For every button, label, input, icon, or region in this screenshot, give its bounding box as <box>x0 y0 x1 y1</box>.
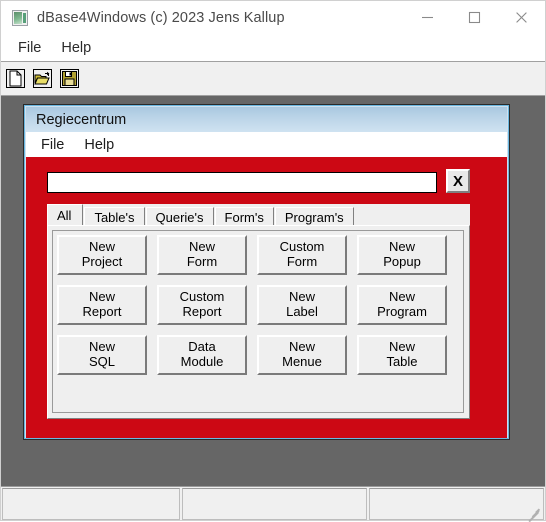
title-bar: dBase4Windows (c) 2023 Jens Kallup <box>1 1 545 34</box>
tab-forms[interactable]: Form's <box>214 207 274 226</box>
minimize-icon[interactable] <box>404 1 451 34</box>
new-report-button[interactable]: New Report <box>57 285 147 325</box>
status-bar <box>1 486 545 522</box>
mdi-client-area: Regiecentrum File Help X All Table's Que… <box>1 96 545 486</box>
tab-queries[interactable]: Querie's <box>145 207 214 226</box>
custom-form-button[interactable]: Custom Form <box>257 235 347 275</box>
tab-programs[interactable]: Program's <box>274 207 354 226</box>
resize-grip-icon[interactable] <box>527 504 541 522</box>
menu-bar: File Help <box>1 34 545 61</box>
menu-item-help[interactable]: Help <box>53 38 99 58</box>
new-label-button[interactable]: New Label <box>257 285 347 325</box>
window-controls <box>404 1 545 34</box>
new-table-button[interactable]: New Table <box>357 335 447 375</box>
status-panel-3 <box>369 488 544 522</box>
custom-report-button[interactable]: Custom Report <box>157 285 247 325</box>
child-menu-item-help[interactable]: Help <box>76 135 122 155</box>
app-image-icon <box>12 9 28 26</box>
search-input[interactable] <box>47 172 437 193</box>
tab-all[interactable]: All <box>47 204 84 226</box>
new-menue-button[interactable]: New Menue <box>257 335 347 375</box>
child-window-title: Regiecentrum <box>36 111 127 128</box>
new-project-button[interactable]: New Project <box>57 235 147 275</box>
tab-page-all: New Project New Form Custom Form New Pop… <box>47 225 470 419</box>
status-panel-2 <box>182 488 367 520</box>
data-module-button[interactable]: Data Module <box>157 335 247 375</box>
tab-strip: All Table's Querie's Form's Program's <box>47 204 470 226</box>
child-title-bar[interactable]: Regiecentrum <box>26 107 507 132</box>
button-grid-frame: New Project New Form Custom Form New Pop… <box>52 230 464 413</box>
status-panel-1 <box>2 488 180 520</box>
new-file-button[interactable] <box>3 66 28 91</box>
child-menu-bar: File Help <box>26 132 507 157</box>
save-disk-button[interactable] <box>57 66 82 91</box>
red-content-panel: X All Table's Querie's Form's Program's … <box>26 157 507 438</box>
application-window: dBase4Windows (c) 2023 Jens Kallup File … <box>0 0 546 522</box>
new-program-button[interactable]: New Program <box>357 285 447 325</box>
child-window-regiecentrum: Regiecentrum File Help X All Table's Que… <box>24 105 509 439</box>
new-sql-button[interactable]: New SQL <box>57 335 147 375</box>
toolbar <box>1 61 545 96</box>
new-form-button[interactable]: New Form <box>157 235 247 275</box>
tab-control: All Table's Querie's Form's Program's Ne… <box>47 204 470 419</box>
child-menu-item-file[interactable]: File <box>33 135 72 155</box>
tab-tables[interactable]: Table's <box>84 207 145 226</box>
clear-search-button[interactable]: X <box>446 169 470 193</box>
new-popup-button[interactable]: New Popup <box>357 235 447 275</box>
button-grid: New Project New Form Custom Form New Pop… <box>57 235 447 375</box>
maximize-icon[interactable] <box>451 1 498 34</box>
menu-item-file[interactable]: File <box>10 38 49 58</box>
open-folder-button[interactable] <box>30 66 55 91</box>
close-icon[interactable] <box>498 1 545 34</box>
page-title: dBase4Windows (c) 2023 Jens Kallup <box>37 9 285 26</box>
